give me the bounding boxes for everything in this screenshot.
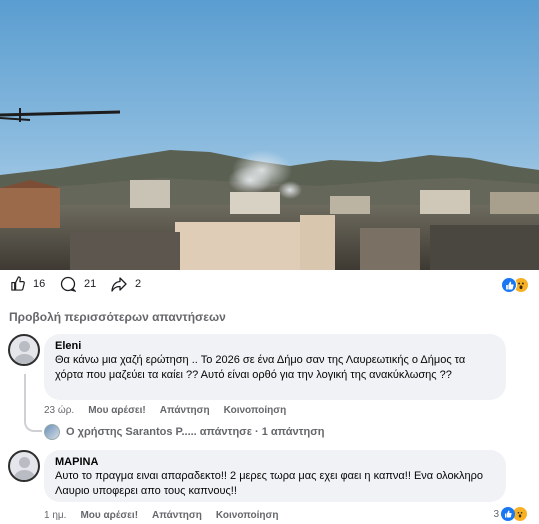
comment-bubble: ΜΑΡΙΝΑ Αυτο το πραγμα ειναι απαραδεκτο!!… <box>44 450 506 502</box>
reply-button[interactable]: Απάντηση <box>152 510 202 521</box>
thumbs-up-icon <box>10 276 25 291</box>
like-comment-button[interactable]: Μου αρέσει! <box>80 510 138 521</box>
reaction-summary[interactable] <box>501 277 529 293</box>
like-icon <box>501 277 517 293</box>
comment-text: Αυτο το πραγμα ειναι απαραδεκτο!! 2 μερε… <box>55 470 484 497</box>
comment-count: 21 <box>84 278 97 290</box>
reply-button[interactable]: Απάντηση <box>160 405 210 416</box>
share-action[interactable]: 2 <box>111 276 141 292</box>
like-icon <box>501 507 515 521</box>
comment-meta: 1 ημ. Μου αρέσει! Απάντηση Κοινοποίηση <box>44 510 278 521</box>
view-more-replies-link[interactable]: Προβολή περισσότερων απαντήσεων <box>9 310 226 324</box>
reply-summary[interactable]: Ο χρήστης Sarantos Ρ..... απάντησε · 1 α… <box>44 424 325 440</box>
avatar <box>44 424 60 440</box>
comment-bubble: Eleni Θα κάνω μια χαζή ερώτηση .. Το 202… <box>44 334 506 400</box>
reply-thread-line <box>24 374 42 432</box>
share-comment-button[interactable]: Κοινοποίηση <box>224 405 287 416</box>
post-photo[interactable] <box>0 0 539 270</box>
like-comment-button[interactable]: Μου αρέσει! <box>88 405 146 416</box>
comment-bubble-icon <box>60 276 76 292</box>
wow-icon <box>513 507 527 521</box>
comment-meta: 23 ώρ. Μου αρέσει! Απάντηση Κοινοποίηση <box>44 405 286 416</box>
share-count: 2 <box>135 278 142 290</box>
comment-time[interactable]: 23 ώρ. <box>44 405 74 416</box>
avatar[interactable] <box>8 450 40 482</box>
comment-reaction-count[interactable]: 3 <box>493 507 527 521</box>
like-count: 16 <box>33 277 46 290</box>
avatar[interactable] <box>8 334 40 366</box>
comment-author[interactable]: Eleni <box>55 340 495 352</box>
like-action[interactable]: 16 <box>10 276 45 291</box>
comment-action[interactable]: 21 <box>60 276 96 292</box>
comment-author[interactable]: ΜΑΡΙΝΑ <box>55 456 495 468</box>
comment-text: Θα κάνω μια χαζή ερώτηση .. Το 2026 σε έ… <box>55 354 466 381</box>
share-comment-button[interactable]: Κοινοποίηση <box>216 510 279 521</box>
comment-time[interactable]: 1 ημ. <box>44 510 66 521</box>
reply-summary-text: Ο χρήστης Sarantos Ρ..... απάντησε · 1 α… <box>66 426 325 438</box>
reactions-bar: 16 21 2 <box>0 270 539 302</box>
share-arrow-icon <box>111 276 127 292</box>
reaction-count: 3 <box>493 508 499 520</box>
